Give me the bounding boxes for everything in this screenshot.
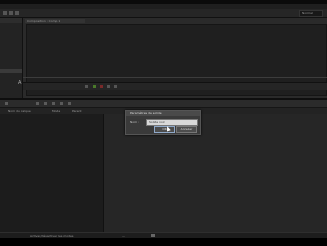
color-channel-icon[interactable]: [100, 85, 103, 88]
app-window: Fichier Édition Composition Calque Effet…: [0, 0, 327, 246]
dialog-title: Paramètres de solide: [130, 111, 162, 115]
name-input-value: Solide noir: [149, 120, 165, 124]
project-panel: A: [0, 18, 23, 98]
column-parent: Parent: [72, 109, 82, 113]
name-input[interactable]: Solide noir: [146, 119, 198, 126]
zoom-slider[interactable]: [151, 234, 155, 237]
comp-mini-flowchart-icon[interactable]: [36, 102, 39, 105]
project-panel-header: [0, 18, 22, 23]
timeline-layers-area[interactable]: [0, 114, 104, 232]
viewer-controls-bar: [23, 82, 327, 90]
column-layer-name: Nom du calque: [8, 109, 31, 113]
motion-blur-icon[interactable]: [68, 102, 71, 105]
grid-toggle-icon[interactable]: [93, 85, 96, 88]
composition-tab-label: Composition : Comp 1: [27, 19, 61, 23]
project-panel-scrollbar[interactable]: [0, 69, 22, 73]
viewer-divider: [23, 77, 327, 78]
resolution-icon[interactable]: [114, 85, 117, 88]
frame-blending-icon[interactable]: [60, 102, 63, 105]
timeline-header: [0, 100, 327, 108]
tab-composition[interactable]: Composition : Comp 1: [25, 19, 85, 23]
tools-bar: [0, 9, 327, 18]
solid-settings-dialog: Paramètres de solide Nom : Solide noir O…: [125, 110, 201, 135]
column-mode: Mode: [52, 109, 61, 113]
selection-tool-icon[interactable]: [3, 11, 7, 15]
name-label: Nom :: [130, 120, 139, 124]
workspace-label: Normal: [302, 11, 313, 15]
text-tool-icon[interactable]: A: [18, 80, 21, 86]
shy-layers-icon[interactable]: [52, 102, 55, 105]
screen-bottom-border: [0, 238, 327, 246]
hand-tool-icon[interactable]: [9, 11, 13, 15]
dialog-title-bar[interactable]: Paramètres de solide: [126, 111, 200, 116]
workspace-select[interactable]: Normal: [299, 10, 323, 17]
draft-3d-icon[interactable]: [44, 102, 47, 105]
zoom-tool-icon[interactable]: [15, 11, 19, 15]
magnification-icon[interactable]: [85, 85, 88, 88]
cancel-button[interactable]: Annuler: [176, 126, 197, 133]
timeline-search-icon[interactable]: [5, 102, 8, 105]
snapshot-icon[interactable]: [107, 85, 110, 88]
